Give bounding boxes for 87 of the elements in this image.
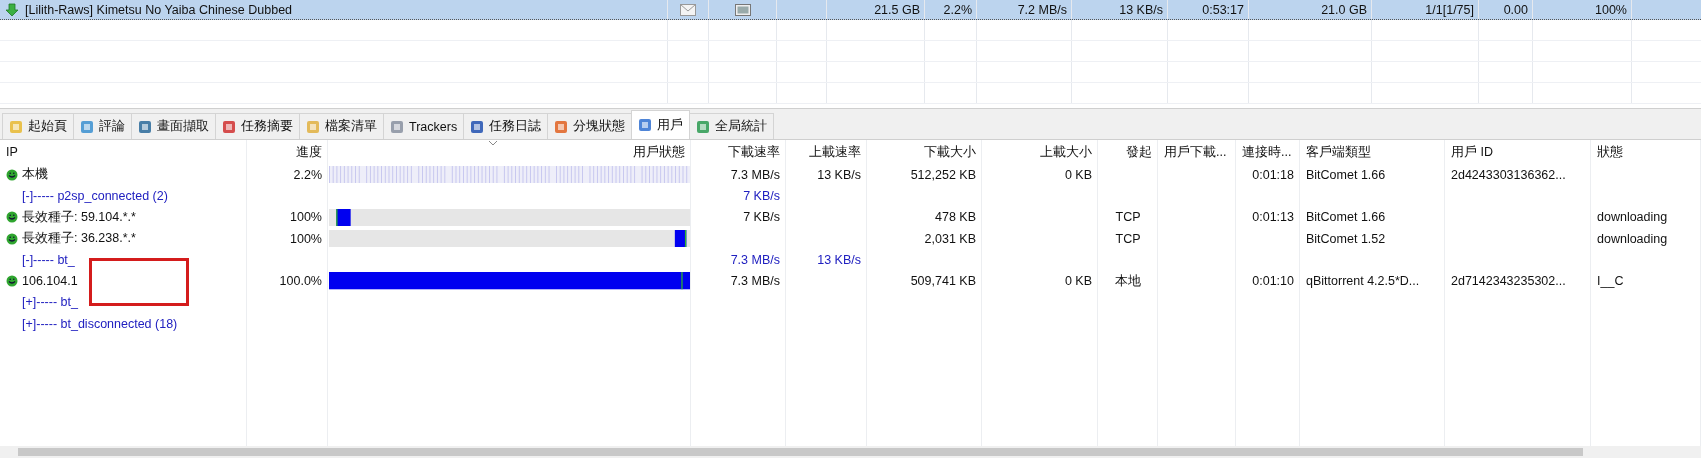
- peer-status-icon: [6, 168, 18, 181]
- tab-icon: [696, 119, 711, 134]
- torrent-row[interactable]: [Lilith-Raws] Kimetsu No Yaiba Chinese Dubbed 21.5 GB 2.2% 7.2 MB/s 13 KB/s 0:53:17 21.0 GB 1/1[1/75] 0.00 100%: [0, 0, 1701, 20]
- table-cell: 本地: [1115, 272, 1141, 290]
- column-header[interactable]: 發起: [1126, 143, 1152, 161]
- tab-icon: [554, 119, 569, 134]
- torrent-cell: 0:53:17: [1202, 2, 1244, 17]
- table-cell: 0 KB: [1064, 274, 1092, 289]
- table-cell: 509,741 KB: [910, 274, 976, 289]
- peer-group[interactable]: [+]----- bt_: [22, 295, 78, 310]
- table-cell: 7 KB/s: [743, 210, 780, 225]
- column-header[interactable]: IP: [6, 145, 18, 159]
- peer-group[interactable]: [+]----- bt_disconnected (18): [22, 316, 178, 331]
- torrent-cell: 13 KB/s: [1119, 2, 1163, 17]
- horizontal-scrollbar[interactable]: [0, 446, 1701, 458]
- tab-icon: [470, 119, 485, 134]
- tab[interactable]: 用戶: [631, 110, 691, 139]
- table-cell: 2,031 KB: [924, 231, 976, 246]
- column-header[interactable]: 進度: [296, 143, 322, 161]
- table-cell: 0:01:10: [1252, 274, 1294, 289]
- column-header[interactable]: 上載速率: [809, 143, 861, 161]
- tab-icon: [390, 119, 404, 134]
- table-cell: 512,252 KB: [910, 167, 976, 182]
- progress-percent: 100.0%: [279, 274, 322, 289]
- group-rate: 13 KB/s: [817, 252, 861, 267]
- column-header[interactable]: 上載大小: [1040, 143, 1092, 161]
- torrent-cell: 1/1[1/75]: [1425, 2, 1474, 17]
- column-header[interactable]: 連接時...: [1242, 143, 1292, 161]
- table-cell: 0:01:18: [1252, 167, 1294, 182]
- table-cell: BitComet 1.66: [1306, 210, 1386, 225]
- group-rate: 7.3 MB/s: [730, 252, 780, 267]
- group-rate: 7 KB/s: [743, 188, 780, 203]
- column-header[interactable]: 用戶下載...: [1164, 143, 1227, 161]
- scrollbar-thumb[interactable]: [18, 448, 1583, 456]
- tab-icon: [80, 119, 94, 134]
- table-cell: 478 KB: [935, 210, 976, 225]
- tab-icon: [9, 119, 23, 134]
- torrent-cell: 100%: [1595, 2, 1627, 17]
- table-cell: TCP: [1115, 231, 1141, 246]
- download-arrow-icon: [5, 2, 19, 17]
- tab[interactable]: 全局統計: [689, 113, 775, 139]
- table-cell: TCP: [1115, 210, 1141, 225]
- column-header[interactable]: 狀態: [1597, 143, 1623, 161]
- peer-address: 本機: [22, 166, 48, 184]
- table-cell: BitComet 1.66: [1306, 167, 1386, 182]
- image-icon: [734, 3, 751, 16]
- table-cell: 2d4243303136362...: [1451, 167, 1566, 182]
- table-cell: qBittorrent 4.2.5*D...: [1306, 274, 1420, 289]
- torrent-cell: 21.0 GB: [1321, 2, 1367, 17]
- peer-group[interactable]: [-]----- bt_: [22, 252, 75, 267]
- peer-status-icon: [6, 275, 18, 288]
- torrent-cell: 0.00: [1503, 2, 1528, 17]
- progress-percent: 2.2%: [293, 167, 322, 182]
- table-cell: BitComet 1.52: [1306, 231, 1386, 246]
- torrent-name: [Lilith-Raws] Kimetsu No Yaiba Chinese Dubbed: [25, 2, 293, 17]
- table-cell: 7.3 MB/s: [730, 167, 780, 182]
- column-header[interactable]: 用戶 ID: [1451, 143, 1493, 161]
- torrent-cell: 2.2%: [943, 2, 972, 17]
- table-cell: 2d7142343235302...: [1451, 274, 1566, 289]
- table-cell: 13 KB/s: [817, 167, 861, 182]
- progress-percent: 100%: [290, 210, 322, 225]
- table-cell: downloading: [1597, 231, 1668, 246]
- tab[interactable]: 起始頁: [2, 113, 74, 139]
- tab-icon: [222, 119, 236, 134]
- peer-address: 長效種子: 59.104.*.*: [22, 208, 136, 226]
- tab-icon: [306, 119, 320, 134]
- torrent-cell: 7.2 MB/s: [1017, 2, 1067, 17]
- column-header[interactable]: 下載大小: [924, 143, 976, 161]
- table-cell: I__C: [1597, 274, 1624, 289]
- table-cell: downloading: [1597, 210, 1668, 225]
- torrent-cell: 21.5 GB: [874, 2, 920, 17]
- peer-status-icon: [6, 211, 18, 224]
- peer-group[interactable]: [-]----- p2sp_connected (2): [22, 188, 168, 203]
- peer-address: 長效種子: 36.238.*.*: [22, 230, 136, 248]
- table-cell: 0 KB: [1064, 167, 1092, 182]
- column-header[interactable]: 用戶狀態: [633, 143, 685, 161]
- peer-address: 106.104.1: [22, 274, 78, 289]
- table-cell: 0:01:13: [1252, 210, 1294, 225]
- tab-icon: [138, 119, 152, 134]
- progress-percent: 100%: [290, 231, 322, 246]
- tab-icon: [638, 118, 653, 132]
- table-cell: 7.3 MB/s: [730, 274, 780, 289]
- envelope-icon: [680, 3, 696, 16]
- sort-caret-icon: [488, 140, 498, 146]
- column-header[interactable]: 下載速率: [728, 143, 780, 161]
- column-header[interactable]: 客戶端類型: [1306, 143, 1371, 161]
- peer-status-icon: [6, 232, 18, 245]
